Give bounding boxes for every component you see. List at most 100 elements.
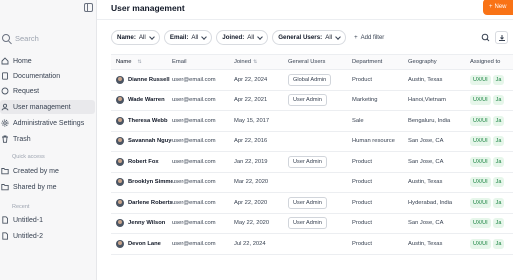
table-row[interactable]: Jenny Wilson user@email.com May 22, 2020 Us…	[111, 214, 513, 234]
sidebar-item-trash[interactable]: Trash	[0, 132, 95, 146]
cell-department: Human resource	[352, 138, 408, 144]
table-row[interactable]: Wade Warren user@email.com Apr 22, 2021 Use…	[111, 91, 513, 111]
table-row[interactable]: Darlene Robertsonuser@email.com Apr 22, 2…	[111, 193, 513, 214]
filter-label: Email:	[169, 34, 189, 41]
column-header-email[interactable]: Email	[172, 59, 234, 65]
assigned-tag[interactable]: Ja	[492, 177, 505, 188]
sidebar-item-documentation[interactable]: Documentation	[0, 69, 95, 83]
cell-joined: Apr 22, 2016	[234, 138, 288, 144]
sidebar-item-shared-by-me[interactable]: Shared by me	[0, 180, 95, 194]
assigned-tag[interactable]: Ja	[492, 238, 505, 249]
sidebar-item-untitled-1[interactable]: Untitled-1	[0, 213, 95, 227]
column-header-label: Department	[352, 59, 383, 65]
cell-assigned-to: UX/UI Ja	[470, 177, 513, 188]
assigned-tag[interactable]: Ja	[492, 218, 505, 229]
cell-email: user@email.com	[172, 97, 234, 103]
assigned-tag[interactable]: UX/UI	[470, 177, 491, 188]
user-name: Darlene Robertson	[128, 199, 172, 206]
filter-name[interactable]: Name: All	[111, 30, 160, 45]
department: Product	[352, 240, 372, 247]
main-content: User management + New Name: All Email: A…	[97, 0, 513, 280]
sidebar-toggle-icon[interactable]	[84, 3, 93, 12]
assigned-tag[interactable]: UX/UI	[470, 218, 491, 229]
assigned-tag[interactable]: Ja	[492, 95, 505, 106]
geography: San Jose, CA	[408, 138, 444, 145]
cell-name: Robert Fox	[111, 157, 172, 166]
filter-joined[interactable]: Joined: All	[216, 30, 269, 45]
assigned-tag[interactable]: UX/UI	[470, 136, 491, 147]
cell-name: Brooklyn Simmons	[111, 178, 172, 187]
sidebar-search[interactable]	[0, 30, 94, 46]
cell-name: Devon Lane	[111, 239, 172, 248]
assigned-tag[interactable]: Ja	[492, 156, 505, 167]
filter-label: General Users:	[278, 34, 323, 41]
avatar	[116, 239, 124, 248]
column-header-geography[interactable]: Geography	[408, 59, 470, 65]
avatar	[116, 198, 124, 207]
sidebar-item-label: User management	[13, 103, 71, 111]
role-badge[interactable]: User Admin	[288, 94, 327, 107]
filter-email[interactable]: Email: All	[163, 30, 213, 45]
sidebar-item-untitled-2[interactable]: Untitled-2	[0, 229, 95, 243]
department: Product	[352, 76, 372, 83]
cell-geography: Austin, Texas	[408, 77, 470, 83]
table-row[interactable]: Devon Lane user@email.com Jul 22, 2024 Prod…	[111, 234, 513, 255]
column-header-joined[interactable]: Joined ⇅	[234, 59, 288, 65]
table-row[interactable]: Dianne Russell user@email.com Apr 22, 2024…	[111, 70, 513, 91]
export-icon[interactable]	[495, 31, 508, 44]
column-header-label: Email	[172, 59, 187, 65]
assigned-tag[interactable]: UX/UI	[470, 115, 491, 126]
sidebar-item-user-management[interactable]: User management	[0, 100, 95, 114]
filter-value: All	[247, 34, 255, 41]
column-header-general-users[interactable]: General Users	[288, 59, 352, 65]
role-badge[interactable]: Global Admin	[288, 73, 332, 86]
joined-date: Jul 22, 2024	[234, 240, 266, 247]
table-row[interactable]: Brooklyn Simmonsuser@email.com Mar 22, 20…	[111, 173, 513, 193]
search-table-icon[interactable]	[479, 31, 492, 44]
table-row[interactable]: Theresa Webb user@email.com May 15, 2017 Sa…	[111, 111, 513, 132]
cell-name: Theresa Webb	[111, 116, 172, 125]
role-badge[interactable]: User Admin	[288, 155, 327, 168]
table-row[interactable]: Savannah Nguyenuser@email.com Apr 22, 201…	[111, 132, 513, 152]
cell-joined: Apr 22, 2024	[234, 77, 288, 83]
sidebar-item-label: Trash	[13, 135, 31, 143]
assigned-tag[interactable]: Ja	[492, 136, 505, 147]
sidebar: Home Documentation Request User manageme…	[0, 0, 97, 280]
cell-assigned-to: UX/UI Ja	[470, 218, 513, 229]
assigned-tag[interactable]: Ja	[492, 74, 505, 85]
column-header-assigned-to[interactable]: Assigned to	[470, 59, 513, 65]
assigned-tag[interactable]: UX/UI	[470, 156, 491, 167]
sidebar-item-administrative-settings[interactable]: Administrative Settings	[0, 116, 95, 130]
role-badge[interactable]: User Admin	[288, 217, 327, 230]
assigned-tag[interactable]: UX/UI	[470, 197, 491, 208]
cell-assigned-to: UX/UI Ja	[470, 238, 513, 249]
user-email: user@email.com	[172, 138, 216, 145]
chevron-down-icon	[148, 33, 155, 40]
sidebar-item-label: Documentation	[13, 72, 61, 80]
table-row[interactable]: Robert Fox user@email.com Jan 22, 2019 User…	[111, 152, 513, 173]
sidebar-item-request[interactable]: Request	[0, 84, 95, 98]
assigned-tag[interactable]: Ja	[492, 197, 505, 208]
cell-email: user@email.com	[172, 241, 234, 247]
assigned-tag[interactable]: UX/UI	[470, 238, 491, 249]
quick-access-heading: Quick access	[12, 154, 45, 160]
column-header-department[interactable]: Department	[352, 59, 408, 65]
search-input[interactable]	[15, 33, 85, 43]
assigned-tag[interactable]: UX/UI	[470, 74, 491, 85]
user-email: user@email.com	[172, 76, 216, 83]
cell-department: Product	[352, 159, 408, 165]
add-filter-button[interactable]: + Add filter	[354, 35, 384, 41]
cell-assigned-to: UX/UI Ja	[470, 136, 513, 147]
cell-name: Dianne Russell	[111, 75, 172, 84]
assigned-tag[interactable]: UX/UI	[470, 95, 491, 106]
role-badge[interactable]: User Admin	[288, 196, 327, 209]
assigned-tag[interactable]: Ja	[492, 115, 505, 126]
column-header-label: Name	[116, 59, 132, 65]
filter-general-users[interactable]: General Users: All	[272, 30, 347, 45]
cell-general-users: User Admin	[288, 94, 352, 107]
sidebar-item-home[interactable]: Home	[0, 54, 95, 68]
geography: Austin, Texas	[408, 240, 443, 247]
sidebar-item-created-by-me[interactable]: Created by me	[0, 164, 95, 178]
new-button[interactable]: + New	[483, 0, 513, 15]
column-header-name[interactable]: Name ⇅	[111, 59, 172, 65]
